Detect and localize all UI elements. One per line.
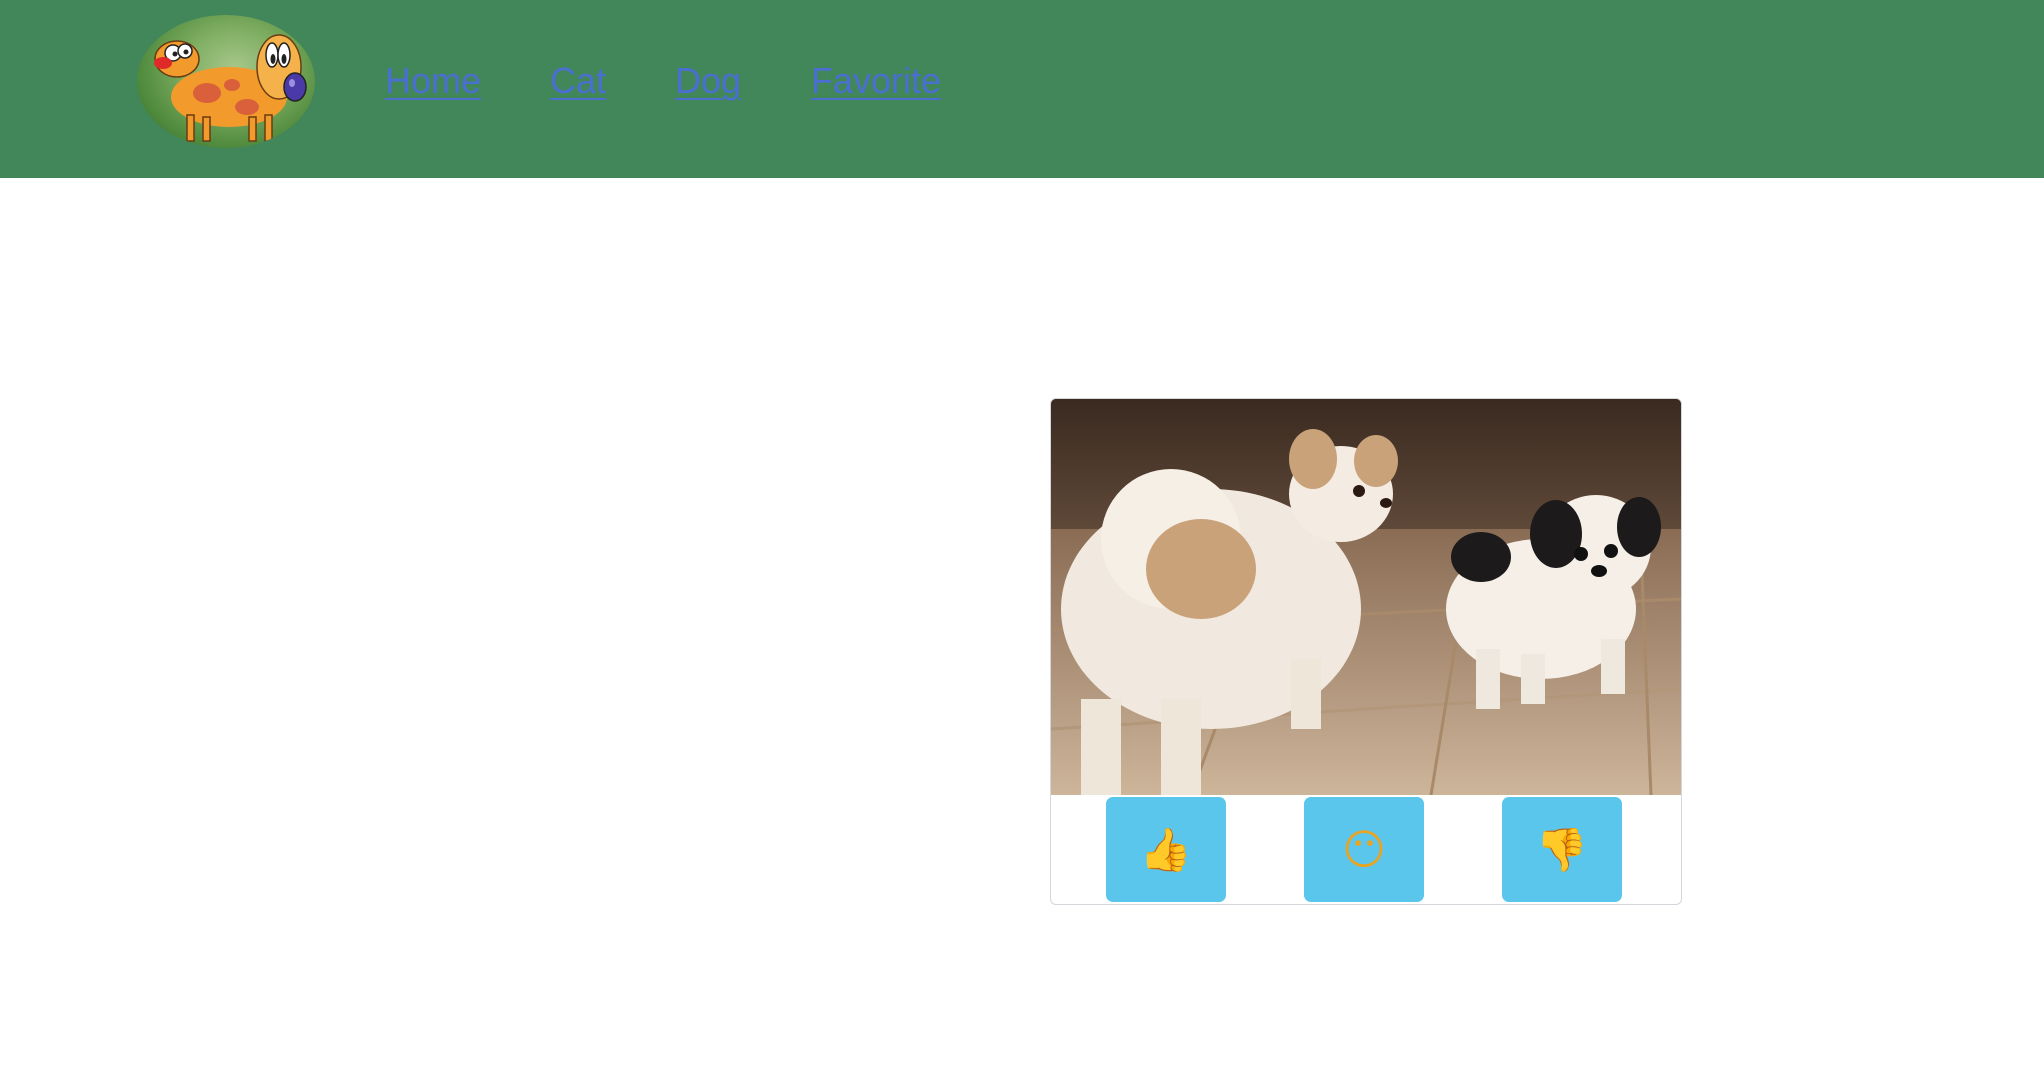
- vote-card: 👍 😶 👎: [1050, 398, 1682, 905]
- neutral-face-button[interactable]: 😶: [1304, 797, 1424, 902]
- nav-favorite-link[interactable]: Favorite: [811, 58, 941, 104]
- dog-photo: [1051, 399, 1681, 795]
- nav-dog-link[interactable]: Dog: [675, 58, 741, 104]
- thumbs-up-button[interactable]: 👍: [1106, 797, 1226, 902]
- catdog-logo-icon[interactable]: [137, 15, 315, 148]
- site-header: Home Cat Dog Favorite: [0, 0, 2044, 178]
- thumbs-down-icon: 👎: [1535, 825, 1589, 874]
- nav-home-link[interactable]: Home: [385, 58, 481, 104]
- thumbs-down-button[interactable]: 👎: [1502, 797, 1622, 902]
- thumbs-up-icon: 👍: [1139, 825, 1193, 874]
- neutral-face-icon: 😶: [1342, 825, 1386, 874]
- nav-cat-link[interactable]: Cat: [550, 58, 606, 104]
